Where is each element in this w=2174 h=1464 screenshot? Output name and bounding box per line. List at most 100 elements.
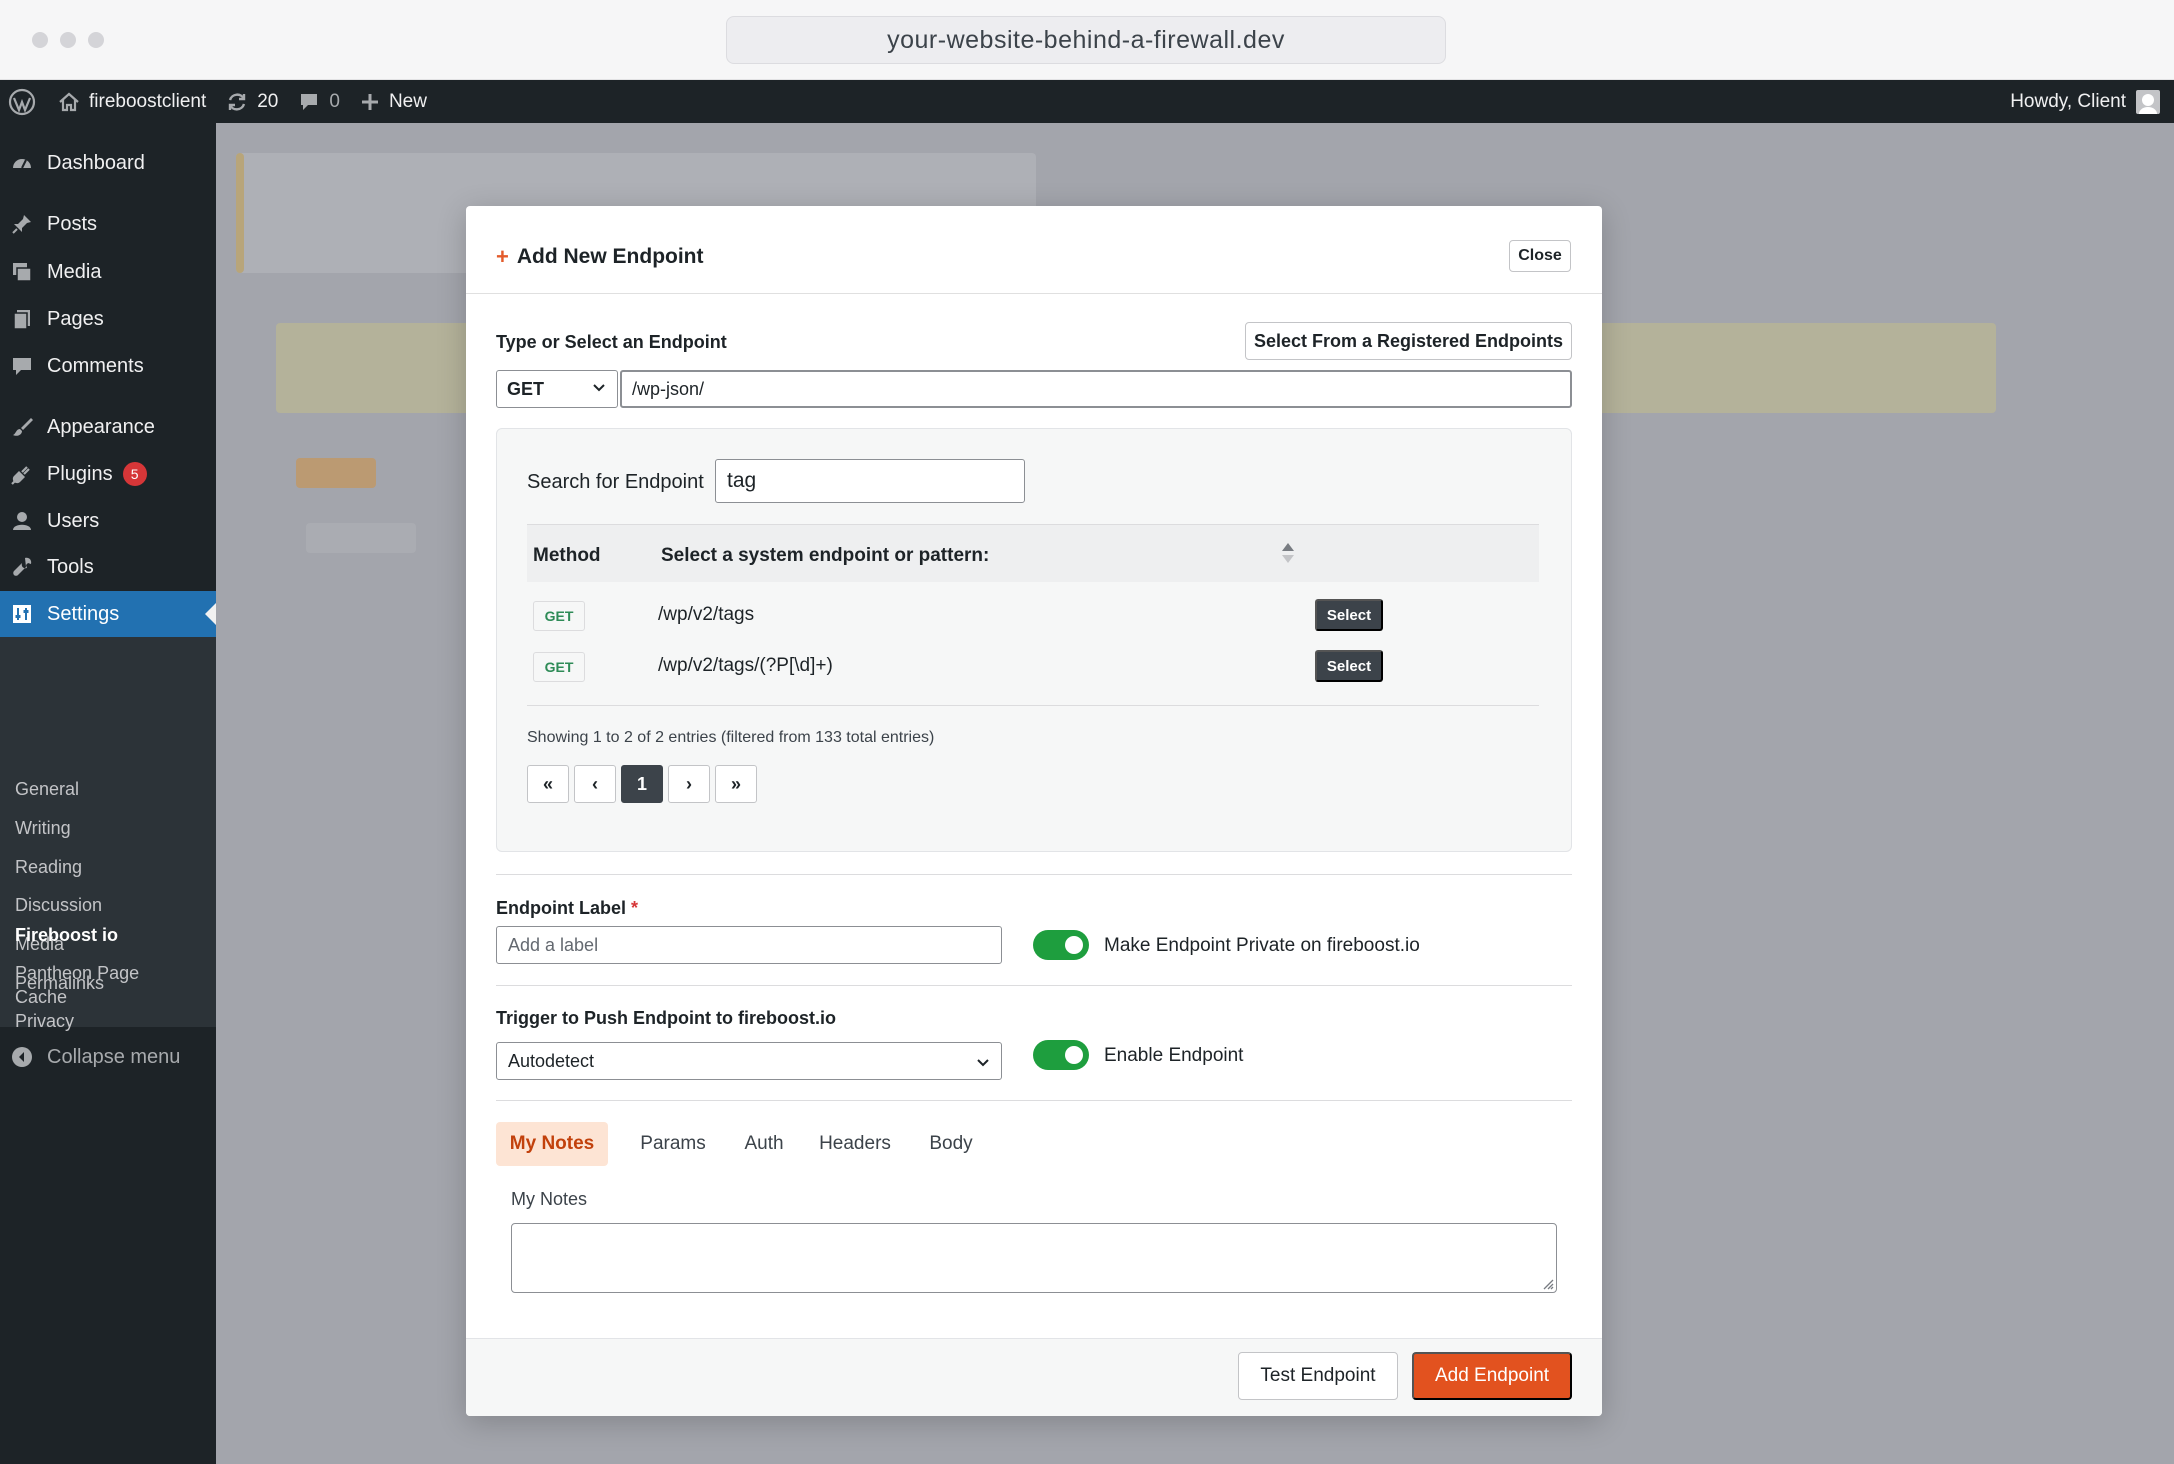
enable-endpoint-toggle[interactable]	[1033, 1040, 1089, 1070]
admin-sidebar: Dashboard Posts Media Pages Comments App…	[0, 123, 216, 1464]
column-endpoint[interactable]: Select a system endpoint or pattern:	[661, 545, 989, 567]
collapse-arrow-icon	[10, 1045, 34, 1069]
sidebar-item-settings[interactable]: Settings	[0, 591, 216, 637]
sidebar-item-comments[interactable]: Comments	[0, 343, 216, 389]
comments-menu[interactable]: 0	[288, 80, 350, 123]
comment-icon	[10, 354, 34, 378]
plugins-update-badge: 5	[122, 462, 147, 486]
pin-icon	[10, 212, 34, 236]
submenu-fireboost[interactable]: Fireboost io	[15, 923, 118, 947]
divider	[496, 985, 1572, 986]
wp-logo-menu[interactable]	[0, 80, 46, 123]
table-row: GET /wp/v2/tags Select	[527, 590, 1539, 640]
notes-textarea[interactable]	[511, 1223, 1557, 1293]
submenu-privacy[interactable]: Privacy	[15, 1009, 74, 1033]
collapse-menu-button[interactable]: Collapse menu	[0, 1034, 216, 1080]
column-method[interactable]: Method	[533, 545, 601, 567]
modal-header: + Add New Endpoint Close	[466, 206, 1602, 294]
home-icon	[59, 92, 79, 111]
close-button[interactable]: Close	[1509, 240, 1571, 272]
settings-icon	[10, 602, 34, 626]
sidebar-item-plugins[interactable]: Plugins 5	[0, 451, 216, 497]
submenu-general[interactable]: General	[15, 777, 79, 801]
trigger-select[interactable]: Autodetect	[496, 1042, 1002, 1080]
sidebar-item-users[interactable]: Users	[0, 498, 216, 544]
submenu-discussion[interactable]: Discussion	[15, 893, 102, 917]
endpoint-search-panel: Search for Endpoint tag Method Select a …	[496, 428, 1572, 852]
tab-params[interactable]: Params	[628, 1122, 718, 1166]
window-minimize-dot[interactable]	[60, 32, 76, 48]
modal-title: + Add New Endpoint	[496, 244, 704, 269]
sidebar-item-tools[interactable]: Tools	[0, 544, 216, 590]
updates-count: 20	[257, 90, 279, 112]
sidebar-item-posts[interactable]: Posts	[0, 201, 216, 247]
test-endpoint-button[interactable]: Test Endpoint	[1238, 1352, 1398, 1400]
avatar	[2136, 89, 2160, 114]
tab-body[interactable]: Body	[916, 1122, 986, 1166]
submenu-reading[interactable]: Reading	[15, 855, 82, 879]
plus-icon: +	[496, 244, 509, 269]
blurred-logo	[296, 458, 376, 488]
endpoint-url-input[interactable]: /wp-json/	[620, 370, 1572, 408]
blurred-notice-accent	[236, 153, 244, 273]
resize-grip-icon[interactable]	[1540, 1276, 1554, 1290]
dashboard-icon	[10, 151, 34, 175]
submenu-pantheon-page-cache[interactable]: Pantheon Page Cache	[15, 961, 139, 1009]
select-registered-endpoints-button[interactable]: Select From a Registered Endpoints	[1245, 322, 1572, 360]
sort-icon[interactable]	[1279, 540, 1297, 566]
prev-page-button[interactable]: ‹	[574, 765, 616, 803]
method-badge: GET	[533, 601, 585, 631]
select-endpoint-button[interactable]: Select	[1315, 599, 1383, 631]
sidebar-item-dashboard[interactable]: Dashboard	[0, 140, 216, 186]
plus-icon	[361, 93, 378, 110]
site-name: fireboostclient	[89, 90, 207, 112]
tab-my-notes[interactable]: My Notes	[496, 1122, 608, 1166]
page-1-button[interactable]: 1	[621, 765, 663, 803]
new-content-menu[interactable]: New	[350, 80, 437, 123]
method-select[interactable]: GET	[496, 370, 618, 408]
sidebar-item-appearance[interactable]: Appearance	[0, 404, 216, 450]
updates-menu[interactable]: 20	[216, 80, 288, 123]
tab-headers[interactable]: Headers	[810, 1122, 900, 1166]
select-endpoint-button[interactable]: Select	[1315, 650, 1383, 682]
last-page-button[interactable]: »	[715, 765, 757, 803]
table-header: Method Select a system endpoint or patte…	[527, 524, 1539, 582]
divider	[496, 1100, 1572, 1101]
sidebar-item-media[interactable]: Media	[0, 249, 216, 295]
tab-auth[interactable]: Auth	[734, 1122, 794, 1166]
address-bar[interactable]: your-website-behind-a-firewall.dev	[726, 16, 1446, 64]
window-zoom-dot[interactable]	[88, 32, 104, 48]
howdy-text: Howdy, Client	[2010, 90, 2126, 112]
required-mark: *	[631, 898, 639, 918]
chevron-down-icon	[977, 1059, 989, 1067]
chevron-down-icon	[593, 384, 605, 392]
pages-icon	[10, 307, 34, 331]
method-badge: GET	[533, 652, 585, 682]
showing-entries-text: Showing 1 to 2 of 2 entries (filtered fr…	[527, 729, 935, 746]
trigger-label: Trigger to Push Endpoint to fireboost.io	[496, 1008, 836, 1028]
enable-endpoint-label: Enable Endpoint	[1104, 1045, 1244, 1066]
endpoint-label-input[interactable]: Add a label	[496, 926, 1002, 964]
endpoint-path: /wp/v2/tags/(?P[\d]+)	[658, 655, 833, 676]
sidebar-item-pages[interactable]: Pages	[0, 296, 216, 342]
user-icon	[10, 509, 34, 533]
comments-count: 0	[329, 90, 340, 112]
notes-label: My Notes	[511, 1189, 588, 1209]
next-page-button[interactable]: ›	[668, 765, 710, 803]
add-endpoint-modal: + Add New Endpoint Close Type or Select …	[466, 206, 1602, 1416]
endpoint-label-title: Endpoint Label *	[496, 898, 639, 918]
plugin-icon	[10, 462, 34, 486]
endpoint-section-label: Type or Select an Endpoint	[496, 332, 727, 352]
private-toggle[interactable]	[1033, 930, 1089, 960]
private-toggle-label: Make Endpoint Private on fireboost.io	[1104, 935, 1420, 956]
window-close-dot[interactable]	[32, 32, 48, 48]
first-page-button[interactable]: «	[527, 765, 569, 803]
my-account-menu[interactable]: Howdy, Client	[2010, 80, 2160, 123]
new-label: New	[388, 90, 427, 112]
search-input[interactable]: tag	[715, 459, 1025, 503]
site-name-menu[interactable]: fireboostclient	[46, 80, 216, 123]
submenu-writing[interactable]: Writing	[15, 816, 71, 840]
add-endpoint-button[interactable]: Add Endpoint	[1412, 1352, 1572, 1400]
table-divider	[527, 705, 1539, 706]
brush-icon	[10, 415, 34, 439]
